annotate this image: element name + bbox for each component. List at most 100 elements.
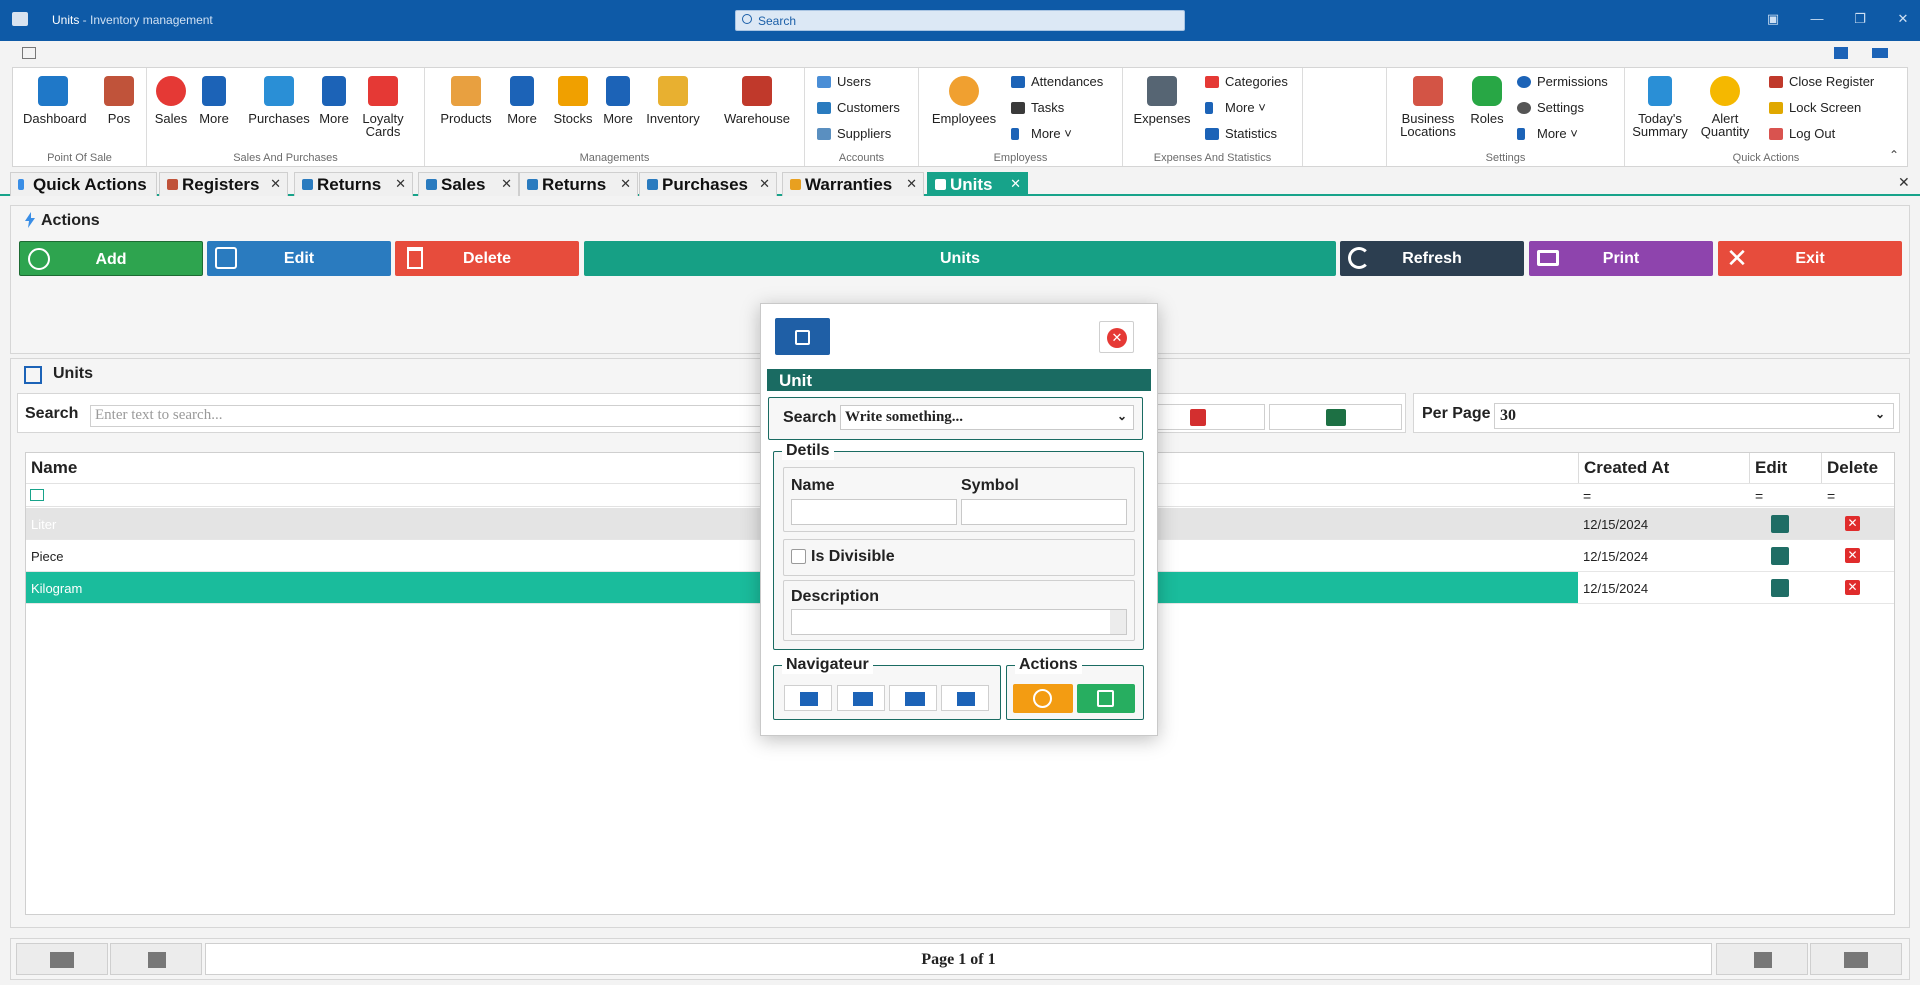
close-dialog-button[interactable]: ✕ xyxy=(1099,321,1134,353)
tab-units[interactable]: Units ✕ xyxy=(927,172,1028,196)
nav-last-button[interactable] xyxy=(784,685,832,711)
print-button[interactable]: Print xyxy=(1529,241,1713,276)
edit-row-icon[interactable] xyxy=(1771,579,1789,597)
collapse-ribbon-icon[interactable]: ⌃ xyxy=(1889,148,1899,162)
tab-sales[interactable]: Sales ✕ xyxy=(418,172,519,196)
app-icon[interactable] xyxy=(12,12,28,26)
stocks-more-button[interactable]: More xyxy=(601,76,635,125)
delete-row-icon[interactable]: ✕ xyxy=(1845,580,1860,595)
warehouse-button[interactable]: Warehouse xyxy=(721,76,793,125)
add-button[interactable]: Add xyxy=(19,241,203,276)
filter-operator[interactable]: = xyxy=(1583,488,1591,504)
close-tab-icon[interactable]: ✕ xyxy=(270,176,281,192)
dialog-save-button[interactable] xyxy=(1077,684,1135,713)
attendances-button[interactable]: Attendances xyxy=(1011,73,1103,91)
close-window-button[interactable]: ✕ xyxy=(1896,12,1910,26)
sales-more-button[interactable]: More xyxy=(197,76,231,125)
scrollbar[interactable] xyxy=(1110,610,1126,634)
export-excel-button[interactable] xyxy=(1269,404,1402,430)
suppliers-button[interactable]: Suppliers xyxy=(817,125,891,143)
delete-row-icon[interactable]: ✕ xyxy=(1845,516,1860,531)
customers-button[interactable]: Customers xyxy=(817,99,900,117)
tab-returns[interactable]: Returns ✕ xyxy=(294,172,413,196)
users-button[interactable]: Users xyxy=(817,73,871,91)
tab-purchases[interactable]: Purchases ✕ xyxy=(639,172,777,196)
minimize-button[interactable]: — xyxy=(1810,12,1824,26)
expenses-more-button[interactable]: More ˅ xyxy=(1205,99,1266,117)
permissions-button[interactable]: Permissions xyxy=(1517,73,1608,91)
last-page-button[interactable] xyxy=(1810,943,1902,975)
next-page-button[interactable] xyxy=(1716,943,1808,975)
products-more-button[interactable]: More xyxy=(505,76,539,125)
close-tab-icon[interactable]: ✕ xyxy=(501,176,512,192)
pos-button[interactable]: Pos xyxy=(101,76,137,125)
edit-button[interactable]: Edit xyxy=(207,241,391,276)
filter-operator[interactable]: = xyxy=(1827,488,1835,504)
tasks-button[interactable]: Tasks xyxy=(1011,99,1064,117)
employees-button[interactable]: Employees xyxy=(929,76,999,125)
expenses-button[interactable]: Expenses xyxy=(1131,76,1193,125)
business-locations-button[interactable]: Business Locations xyxy=(1395,76,1461,138)
nav-previous-button[interactable] xyxy=(889,685,937,711)
close-tab-icon[interactable]: ✕ xyxy=(1010,176,1021,192)
language-flag-icon[interactable] xyxy=(1872,48,1888,58)
search-input[interactable]: Enter text to search... xyxy=(90,405,770,427)
logout-button[interactable]: Log Out xyxy=(1769,125,1835,143)
previous-page-button[interactable] xyxy=(110,943,202,975)
settings-button[interactable]: Settings xyxy=(1517,99,1584,117)
global-search-input[interactable]: Search xyxy=(735,10,1185,31)
alert-quantity-button[interactable]: Alert Quantity xyxy=(1695,76,1755,138)
inventory-button[interactable]: Inventory xyxy=(643,76,703,125)
settings-more-button[interactable]: More ˅ xyxy=(1517,125,1578,143)
loyalty-cards-button[interactable]: Loyalty Cards xyxy=(357,76,409,138)
close-tab-icon[interactable]: ✕ xyxy=(620,176,631,192)
nav-next-button[interactable] xyxy=(837,685,885,711)
tab-registers[interactable]: Registers ✕ xyxy=(159,172,288,196)
export-pdf-button[interactable] xyxy=(1155,404,1265,430)
tab-quick-actions[interactable]: Quick Actions xyxy=(10,172,157,196)
dialog-search-select[interactable]: Write something... ⌄ xyxy=(840,405,1134,430)
employees-more-button[interactable]: More ˅ xyxy=(1011,125,1072,143)
close-tab-icon[interactable]: ✕ xyxy=(906,176,917,192)
purchases-more-button[interactable]: More xyxy=(317,76,351,125)
column-header-created-at[interactable]: Created At xyxy=(1578,453,1750,483)
tab-returns-2[interactable]: Returns ✕ xyxy=(519,172,638,196)
delete-row-icon[interactable]: ✕ xyxy=(1845,548,1860,563)
restore-layout-icon[interactable]: ▣ xyxy=(1766,12,1780,26)
is-divisible-checkbox[interactable] xyxy=(791,549,806,564)
nav-first-button[interactable] xyxy=(941,685,989,711)
close-register-button[interactable]: Close Register xyxy=(1769,73,1874,91)
close-tab-icon[interactable]: ✕ xyxy=(395,176,406,192)
ribbon-menu-icon[interactable] xyxy=(22,47,36,59)
categories-button[interactable]: Categories xyxy=(1205,73,1288,91)
first-page-button[interactable] xyxy=(16,943,108,975)
edit-row-icon[interactable] xyxy=(1771,547,1789,565)
sales-button[interactable]: Sales xyxy=(153,76,189,125)
filter-icon[interactable] xyxy=(30,489,44,501)
lock-screen-button[interactable]: Lock Screen xyxy=(1769,99,1861,117)
maximize-button[interactable]: ❐ xyxy=(1853,12,1867,26)
per-page-select[interactable]: 30 ⌄ xyxy=(1494,403,1894,429)
close-tab-icon[interactable]: ✕ xyxy=(759,176,770,192)
confirm-button[interactable] xyxy=(775,318,830,355)
edit-row-icon[interactable] xyxy=(1771,515,1789,533)
delete-button[interactable]: Delete xyxy=(395,241,579,276)
purchases-label: Purchases xyxy=(248,111,310,126)
name-input[interactable] xyxy=(791,499,957,525)
description-input[interactable] xyxy=(791,609,1127,635)
dialog-add-button[interactable] xyxy=(1013,684,1073,713)
close-all-tabs-icon[interactable]: ✕ xyxy=(1898,174,1910,191)
statistics-button[interactable]: Statistics xyxy=(1205,125,1277,143)
roles-button[interactable]: Roles xyxy=(1467,76,1507,125)
refresh-button[interactable]: Refresh xyxy=(1340,241,1524,276)
purchases-button[interactable]: Purchases xyxy=(245,76,313,125)
todays-summary-button[interactable]: Today's Summary xyxy=(1629,76,1691,138)
products-button[interactable]: Products xyxy=(437,76,495,125)
filter-operator[interactable]: = xyxy=(1755,488,1763,504)
exit-button[interactable]: ✕ Exit xyxy=(1718,241,1902,276)
dashboard-button[interactable]: Dashboard xyxy=(23,76,87,125)
symbol-input[interactable] xyxy=(961,499,1127,525)
layout-icon[interactable] xyxy=(1834,47,1848,59)
stocks-button[interactable]: Stocks xyxy=(551,76,595,125)
tab-warranties[interactable]: Warranties ✕ xyxy=(782,172,924,196)
